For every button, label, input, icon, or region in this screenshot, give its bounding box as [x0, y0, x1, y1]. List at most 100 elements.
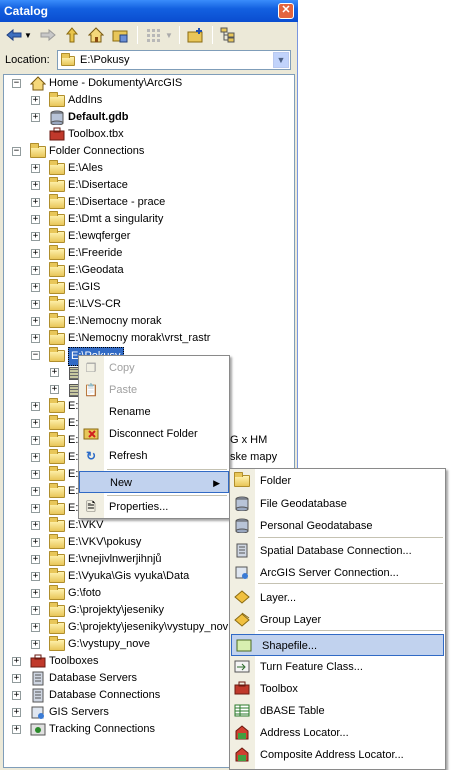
connect-folder-icon[interactable]	[110, 25, 130, 45]
expand-icon[interactable]: +	[50, 385, 59, 394]
expand-icon[interactable]: +	[12, 708, 21, 717]
submenu-item-toolbox[interactable]: Toolbox	[230, 678, 445, 700]
tree-item[interactable]: + E:\Disertace - prace	[4, 194, 294, 211]
menu-item-properties[interactable]: 🗎 Properties...	[79, 496, 229, 518]
submenu-item-dbase-table[interactable]: dBASE Table	[230, 700, 445, 722]
submenu-item-spatial-database-connection[interactable]: Spatial Database Connection...	[230, 540, 445, 562]
expand-icon[interactable]: +	[31, 402, 40, 411]
expand-icon[interactable]: +	[31, 198, 40, 207]
submenu-item-layer[interactable]: Layer...	[230, 587, 445, 609]
expand-icon[interactable]: +	[50, 368, 59, 377]
tree-item-label: GIS Servers	[49, 706, 109, 718]
submenu-item-composite-address-locator[interactable]: Composite Address Locator...	[230, 744, 445, 766]
tree-item[interactable]: + E:\Geodata	[4, 262, 294, 279]
new-folder-icon[interactable]	[186, 25, 206, 45]
submenu-item-label: ArcGIS Server Connection...	[260, 567, 399, 579]
back-arrow-icon[interactable]	[4, 25, 24, 45]
expand-icon[interactable]: +	[31, 589, 40, 598]
location-combobox[interactable]: E:\Pokusy ▼	[57, 50, 291, 70]
submenu-item-folder[interactable]: Folder	[230, 470, 445, 492]
submenu-item-group-layer[interactable]: Group Layer	[230, 609, 445, 631]
expand-icon[interactable]: +	[31, 555, 40, 564]
menu-item-copy[interactable]: ❐ Copy	[79, 357, 229, 379]
tree-item[interactable]: + E:\ewqferger	[4, 228, 294, 245]
expand-icon[interactable]: +	[31, 181, 40, 190]
expand-icon[interactable]: +	[31, 606, 40, 615]
dropdown-arrow-icon[interactable]: ▼	[22, 25, 34, 45]
expand-icon[interactable]: +	[31, 623, 40, 632]
expand-icon[interactable]: +	[31, 640, 40, 649]
tree-item[interactable]: + AddIns	[4, 92, 294, 109]
menu-item-new[interactable]: New ▶	[79, 471, 229, 493]
tree-item[interactable]: + E:\Disertace	[4, 177, 294, 194]
home-icon[interactable]	[86, 25, 106, 45]
close-button[interactable]: ✕	[278, 3, 294, 19]
expand-icon[interactable]: +	[31, 96, 40, 105]
tree-item[interactable]: + Default.gdb	[4, 109, 294, 126]
tree-item[interactable]: + E:\Dmt a singularity	[4, 211, 294, 228]
menu-item-disconnect-folder[interactable]: Disconnect Folder	[79, 423, 229, 445]
tree-item-label: E:	[68, 417, 79, 429]
collapse-icon[interactable]: −	[31, 351, 40, 360]
expand-icon[interactable]: +	[12, 725, 21, 734]
submenu-item-file-geodatabase[interactable]: File Geodatabase	[230, 493, 445, 515]
expand-icon[interactable]: +	[31, 283, 40, 292]
expand-icon[interactable]: +	[31, 334, 40, 343]
paste-icon: 📋	[83, 383, 99, 397]
expand-icon[interactable]: +	[31, 572, 40, 581]
expand-icon[interactable]: +	[31, 436, 40, 445]
expand-icon[interactable]: +	[12, 674, 21, 683]
tree-item[interactable]: Toolbox.tbx	[4, 126, 294, 143]
expand-icon[interactable]: +	[31, 538, 40, 547]
menu-item-paste[interactable]: 📋 Paste	[79, 379, 229, 401]
expand-icon[interactable]: +	[31, 232, 40, 241]
expand-icon[interactable]: +	[31, 487, 40, 496]
folder-icon	[49, 534, 65, 550]
submenu-item-shapefile[interactable]: Shapefile...	[231, 634, 444, 656]
tree-item-folder-connections[interactable]: − Folder Connections	[4, 143, 294, 160]
submenu-item-arcgis-server-connection[interactable]: ArcGIS Server Connection...	[230, 562, 445, 584]
expand-icon[interactable]: +	[31, 419, 40, 428]
folder-icon	[49, 449, 65, 465]
tree-item-label: E:	[68, 400, 79, 412]
tree-item[interactable]: + E:\Nemocny morak	[4, 313, 294, 330]
view-dropdown-icon[interactable]: ▼	[164, 25, 174, 45]
expand-icon[interactable]: +	[31, 215, 40, 224]
tree-toggle-icon[interactable]	[218, 25, 238, 45]
tree-item[interactable]: + E:\Ales	[4, 160, 294, 177]
folder-icon	[49, 500, 65, 516]
arcgis-server-connection-icon	[234, 565, 250, 581]
expand-icon[interactable]: +	[31, 470, 40, 479]
expand-icon[interactable]: +	[31, 249, 40, 258]
submenu-item-turn-feature-class[interactable]: Turn Feature Class...	[230, 656, 445, 678]
expand-icon[interactable]: +	[31, 317, 40, 326]
expand-icon[interactable]: +	[31, 164, 40, 173]
expand-icon[interactable]: +	[31, 521, 40, 530]
collapse-icon[interactable]: −	[12, 79, 21, 88]
tree-item[interactable]: + E:\LVS-CR	[4, 296, 294, 313]
expand-icon[interactable]: +	[31, 113, 40, 122]
collapse-icon[interactable]: −	[12, 147, 21, 156]
expand-icon[interactable]: +	[31, 504, 40, 513]
expand-icon[interactable]: +	[12, 657, 21, 666]
tree-item[interactable]: + E:\Nemocny morak\vrst_rastr	[4, 330, 294, 347]
tree-item-label-partial: ske mapy	[230, 451, 278, 463]
expand-icon[interactable]: +	[31, 300, 40, 309]
submenu-item-address-locator[interactable]: Address Locator...	[230, 722, 445, 744]
chevron-down-icon[interactable]: ▼	[273, 52, 289, 68]
expand-icon[interactable]: +	[31, 266, 40, 275]
tree-item[interactable]: + E:\Freeride	[4, 245, 294, 262]
tree-item-home[interactable]: − Home - Dokumenty\ArcGIS	[4, 75, 294, 92]
menu-item-refresh[interactable]: ↻ Refresh	[79, 445, 229, 467]
tree-item[interactable]: + E:\GIS	[4, 279, 294, 296]
view-grid-icon[interactable]	[144, 25, 164, 45]
forward-arrow-icon[interactable]	[38, 25, 58, 45]
title-bar[interactable]: Catalog ✕	[0, 0, 298, 22]
submenu-item-personal-geodatabase[interactable]: Personal Geodatabase	[230, 515, 445, 537]
expand-icon[interactable]: +	[31, 453, 40, 462]
gis-servers-icon	[30, 705, 46, 720]
tree-item-label: Database Connections	[49, 689, 161, 701]
expand-icon[interactable]: +	[12, 691, 21, 700]
up-folder-icon[interactable]	[62, 25, 82, 45]
menu-item-rename[interactable]: Rename	[79, 401, 229, 423]
